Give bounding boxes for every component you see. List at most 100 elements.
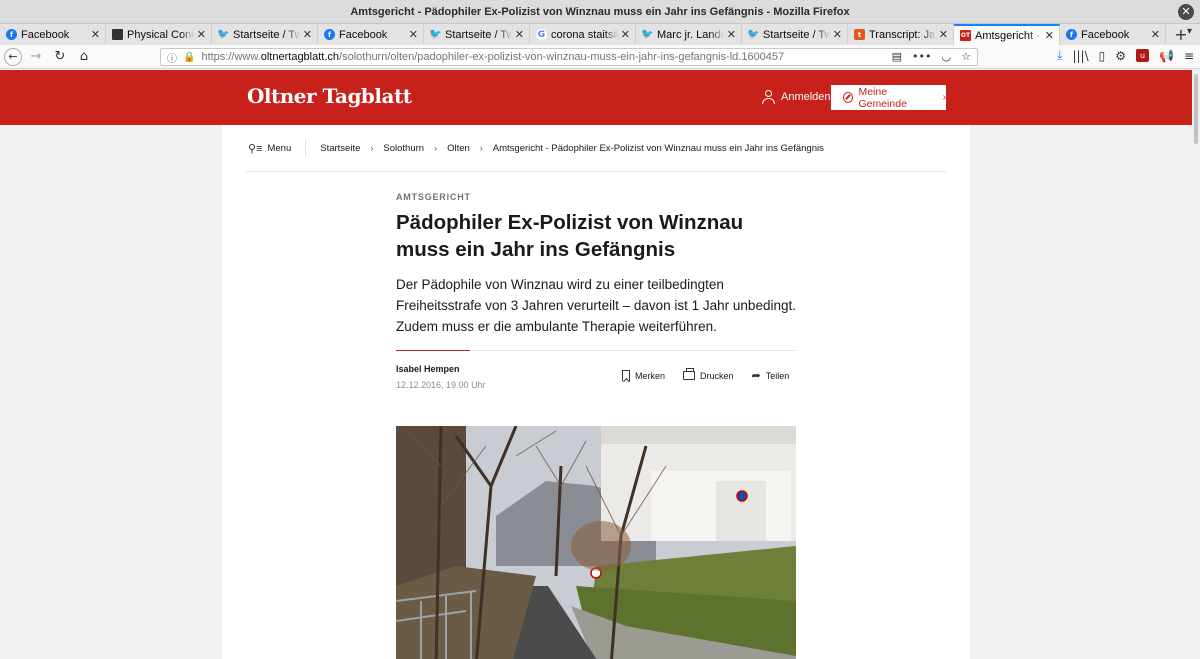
- tab-label: Physical Control: [127, 28, 194, 41]
- tab-strip: fFacebook✕ Physical Control✕ 🐦Startseite…: [0, 24, 1200, 45]
- lock-icon[interactable]: 🔒: [183, 52, 195, 63]
- tab-close-icon[interactable]: ✕: [303, 28, 312, 41]
- menu-hamburger-icon[interactable]: ≡: [1184, 49, 1194, 63]
- bookmark-star-icon[interactable]: ☆: [961, 50, 971, 63]
- bookmark-label: Merken: [635, 370, 666, 381]
- chevron-right-icon: ›: [942, 92, 946, 103]
- window-title: Amtsgericht - Pädophiler Ex-Polizist von…: [350, 5, 850, 18]
- url-prefix: https://www.: [201, 51, 261, 63]
- tab-label: Transcript: Jacob: [869, 28, 936, 41]
- tab-close-icon[interactable]: ✕: [409, 28, 418, 41]
- site-logo[interactable]: Oltner Tagblatt: [247, 84, 412, 108]
- breadcrumb-solothurn[interactable]: Solothurn: [383, 143, 424, 154]
- menu-label: Menu: [267, 142, 292, 154]
- article-author[interactable]: Isabel Hempen: [396, 364, 460, 374]
- url-path: /solothurn/olten/padophiler-ex-polizist-…: [339, 51, 785, 63]
- article-lead: Der Pädophile von Winznau wird zu einer …: [396, 277, 796, 334]
- share-icon: ➦: [751, 370, 761, 382]
- bookmark-button[interactable]: Merken: [622, 369, 665, 382]
- article-kicker[interactable]: AMTSGERICHT: [396, 192, 796, 202]
- info-icon[interactable]: ⓘ: [167, 50, 177, 65]
- ublock-icon[interactable]: u: [1135, 49, 1149, 62]
- twitter-icon: 🐦: [747, 29, 760, 40]
- tab-close-icon[interactable]: ✕: [1045, 29, 1054, 42]
- share-button[interactable]: ➦ Teilen: [752, 369, 790, 382]
- login-link[interactable]: Anmelden: [762, 90, 831, 104]
- tab-close-icon[interactable]: ✕: [1151, 28, 1160, 41]
- gemeinde-label: Meine Gemeinde: [858, 85, 907, 110]
- navigation-toolbar: ← → ↻ ⌂ ⓘ 🔒 https://www.oltnertagblatt.c…: [0, 45, 1200, 69]
- list-all-tabs-icon[interactable]: ▾: [1187, 26, 1192, 37]
- meine-gemeinde-button[interactable]: Meine Gemeinde ›: [831, 85, 946, 110]
- library-icon[interactable]: |||\: [1072, 49, 1088, 63]
- menu-button[interactable]: ⚲≡ Menu: [248, 142, 291, 155]
- url-bar[interactable]: ⓘ 🔒 https://www.oltnertagblatt.ch/soloth…: [160, 48, 978, 66]
- oltner-tagblatt-icon: OT: [960, 30, 971, 41]
- tab-twitter-4[interactable]: 🐦Startseite / Twitter✕: [742, 24, 848, 45]
- window-titlebar: Amtsgericht - Pädophiler Ex-Polizist von…: [0, 0, 1200, 24]
- tab-label: corona staitsik schweiz: [551, 28, 618, 41]
- home-button[interactable]: ⌂: [74, 47, 94, 67]
- hero-photo-footpath: [396, 426, 796, 659]
- site-header: Oltner Tagblatt Anmelden Meine Gemeinde …: [0, 70, 1192, 125]
- extension-icon[interactable]: ⚙: [1115, 49, 1126, 63]
- tab-twitter-2[interactable]: 🐦Startseite / Twitter✕: [424, 24, 530, 45]
- page-viewport: Oltner Tagblatt Anmelden Meine Gemeinde …: [0, 70, 1192, 659]
- tab-twitter-3[interactable]: 🐦Marc jr. Landolt✕: [636, 24, 742, 45]
- url-text[interactable]: https://www.oltnertagblatt.ch/solothurn/…: [201, 51, 784, 63]
- printer-icon: [683, 368, 696, 380]
- pocket-icon[interactable]: ◡: [942, 50, 952, 63]
- twitter-icon: 🐦: [641, 29, 654, 40]
- article: AMTSGERICHT Pädophiler Ex-Polizist von W…: [396, 192, 796, 390]
- reader-view-icon[interactable]: ▤: [892, 50, 902, 63]
- tab-twitter-1[interactable]: 🐦Startseite / Twitter✕: [212, 24, 318, 45]
- tab-facebook-2[interactable]: f Facebook ✕: [318, 24, 424, 45]
- breadcrumb-olten[interactable]: Olten: [447, 143, 470, 154]
- tab-physical-control[interactable]: Physical Control✕: [106, 24, 212, 45]
- facebook-icon: f: [6, 29, 17, 40]
- tab-facebook-1[interactable]: f Facebook ✕: [0, 24, 106, 45]
- print-label: Drucken: [700, 370, 734, 381]
- breadcrumb-current: Amtsgericht - Pädophiler Ex-Polizist von…: [492, 142, 824, 154]
- sidebar-icon[interactable]: ▯: [1099, 49, 1106, 63]
- tab-google-search[interactable]: Gcorona staitsik schweiz✕: [530, 24, 636, 45]
- back-button[interactable]: ←: [4, 47, 22, 66]
- tab-facebook-3[interactable]: f Facebook ✕: [1060, 24, 1166, 45]
- speaker-extension-icon[interactable]: 📢: [1159, 49, 1174, 63]
- breadcrumb-startseite[interactable]: Startseite: [320, 143, 360, 154]
- tab-transcript[interactable]: t Transcript: Jacob✕: [848, 24, 954, 45]
- compass-icon: [843, 92, 854, 103]
- share-label: Teilen: [765, 370, 790, 381]
- tab-close-icon[interactable]: ✕: [197, 28, 206, 41]
- user-icon: [762, 90, 775, 104]
- article-divider: [396, 350, 796, 351]
- vertical-scrollbar[interactable]: [1192, 70, 1200, 659]
- tab-close-icon[interactable]: ✕: [91, 28, 100, 41]
- tab-label: Amtsgericht - Pädophiler: [975, 29, 1042, 42]
- chevron-right-icon: ›: [370, 143, 374, 153]
- page-actions-icon[interactable]: •••: [912, 50, 931, 63]
- scrollbar-thumb[interactable]: [1194, 74, 1198, 144]
- tab-close-icon[interactable]: ✕: [833, 28, 842, 41]
- article-page: ⚲≡ Menu Startseite › Solothurn › Olten ›…: [222, 125, 970, 659]
- page-icon: [112, 29, 123, 40]
- facebook-icon: f: [324, 29, 335, 40]
- tab-label: Facebook: [21, 28, 70, 41]
- divider-accent: [396, 350, 470, 351]
- tab-label: Startseite / Twitter: [233, 28, 300, 41]
- tab-close-icon[interactable]: ✕: [515, 28, 524, 41]
- transcript-icon: t: [854, 29, 865, 40]
- tab-amtsgericht-active[interactable]: OT Amtsgericht - Pädophiler✕: [954, 24, 1060, 45]
- tab-close-icon[interactable]: ✕: [939, 28, 948, 41]
- article-hero-image[interactable]: [396, 426, 796, 659]
- tab-close-icon[interactable]: ✕: [621, 28, 630, 41]
- downloads-icon[interactable]: ⤓: [1057, 48, 1062, 63]
- twitter-icon: 🐦: [429, 29, 442, 40]
- window-close-button[interactable]: ✕: [1178, 4, 1194, 20]
- article-actions: Merken Drucken ➦ Teilen: [622, 368, 790, 382]
- forward-button[interactable]: →: [26, 47, 46, 67]
- tab-label: Facebook: [339, 28, 388, 41]
- tab-close-icon[interactable]: ✕: [727, 28, 736, 41]
- print-button[interactable]: Drucken: [683, 368, 734, 382]
- reload-button[interactable]: ↻: [50, 47, 70, 67]
